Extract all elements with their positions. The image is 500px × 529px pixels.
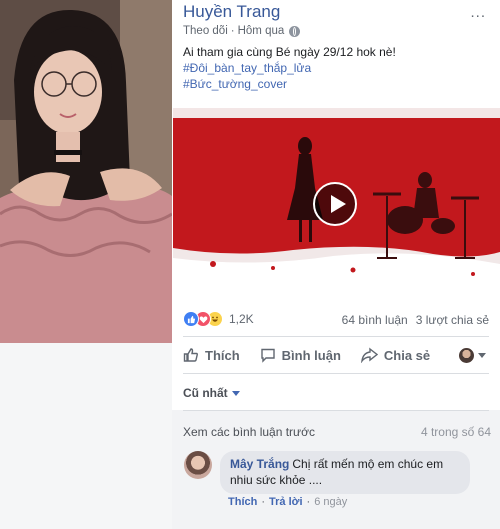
post-meta: Theo dõi · Hôm qua: [183, 25, 301, 37]
post-action-bar: Thích Bình luận Chia sẻ: [183, 340, 489, 370]
hashtag-link[interactable]: #Đôi_bàn_tay_thắp_lửa: [183, 60, 396, 76]
chevron-down-icon: [478, 353, 486, 358]
thumbs-up-icon: [183, 348, 198, 362]
hashtag-link[interactable]: #Bức_tường_cover: [183, 76, 396, 92]
left-panel-background: [0, 343, 172, 529]
post-card: Huyền Trang Theo dõi · Hôm qua ... Ai th…: [172, 0, 500, 529]
divider: [183, 373, 489, 374]
play-button[interactable]: [313, 182, 357, 226]
engagement-counts: 64 bình luận 3 lượt chia sẻ: [342, 313, 489, 327]
comment-actions: Thích · Trả lời · 6 ngày: [228, 496, 347, 508]
globe-icon: [289, 25, 301, 37]
separator: ·: [306, 496, 311, 508]
like-button[interactable]: Thích: [183, 347, 240, 363]
profile-photo[interactable]: [0, 0, 172, 343]
meta-separator: ·: [230, 25, 235, 37]
like-label: Thích: [205, 347, 240, 363]
comment-timestamp[interactable]: 6 ngày: [314, 496, 347, 508]
profile-photo-image: [0, 0, 172, 343]
sort-label: Cũ nhất: [183, 386, 228, 400]
share-button[interactable]: Chia sẻ: [360, 347, 431, 363]
share-count[interactable]: 3 lượt chia sẻ: [416, 313, 489, 327]
comment-like-link[interactable]: Thích: [228, 496, 257, 508]
post-as-selector[interactable]: [459, 348, 486, 363]
comment-reply-link[interactable]: Trả lời: [269, 496, 303, 508]
post-timestamp[interactable]: Hôm qua: [238, 25, 285, 37]
post-author-name[interactable]: Huyền Trang: [183, 2, 280, 22]
divider: [183, 410, 489, 411]
share-icon: [360, 347, 378, 363]
comment-label: Bình luận: [281, 347, 341, 363]
comment-pagination: 4 trong số 64: [420, 425, 491, 439]
like-reaction-icon: [183, 311, 199, 327]
avatar: [459, 348, 474, 363]
video-player[interactable]: [173, 108, 500, 292]
chevron-down-icon: [231, 390, 240, 396]
post-text-block: Ai tham gia cùng Bé ngày 29/12 hok nè! #…: [183, 44, 396, 92]
view-previous-comments-link[interactable]: Xem các bình luận trước: [183, 425, 315, 439]
reaction-summary[interactable]: 1,2K: [183, 311, 254, 327]
comment-icon: [260, 348, 275, 363]
follow-link[interactable]: Theo dõi: [183, 25, 228, 37]
comment-button[interactable]: Bình luận: [260, 347, 341, 363]
divider: [183, 336, 489, 337]
comment-bubble: Mây Trắng Chị rất mến mộ em chúc em nhiu …: [220, 451, 470, 494]
post-body-text: Ai tham gia cùng Bé ngày 29/12 hok nè!: [183, 45, 396, 59]
share-label: Chia sẻ: [383, 347, 431, 363]
reaction-count: 1,2K: [229, 312, 254, 326]
separator: ·: [261, 496, 266, 508]
comment-sort-dropdown[interactable]: Cũ nhất: [183, 386, 240, 400]
commenter-avatar[interactable]: [184, 451, 212, 479]
more-options-icon[interactable]: ...: [470, 4, 486, 21]
commenter-name[interactable]: Mây Trắng: [230, 457, 289, 471]
comment-count[interactable]: 64 bình luận: [342, 313, 408, 327]
